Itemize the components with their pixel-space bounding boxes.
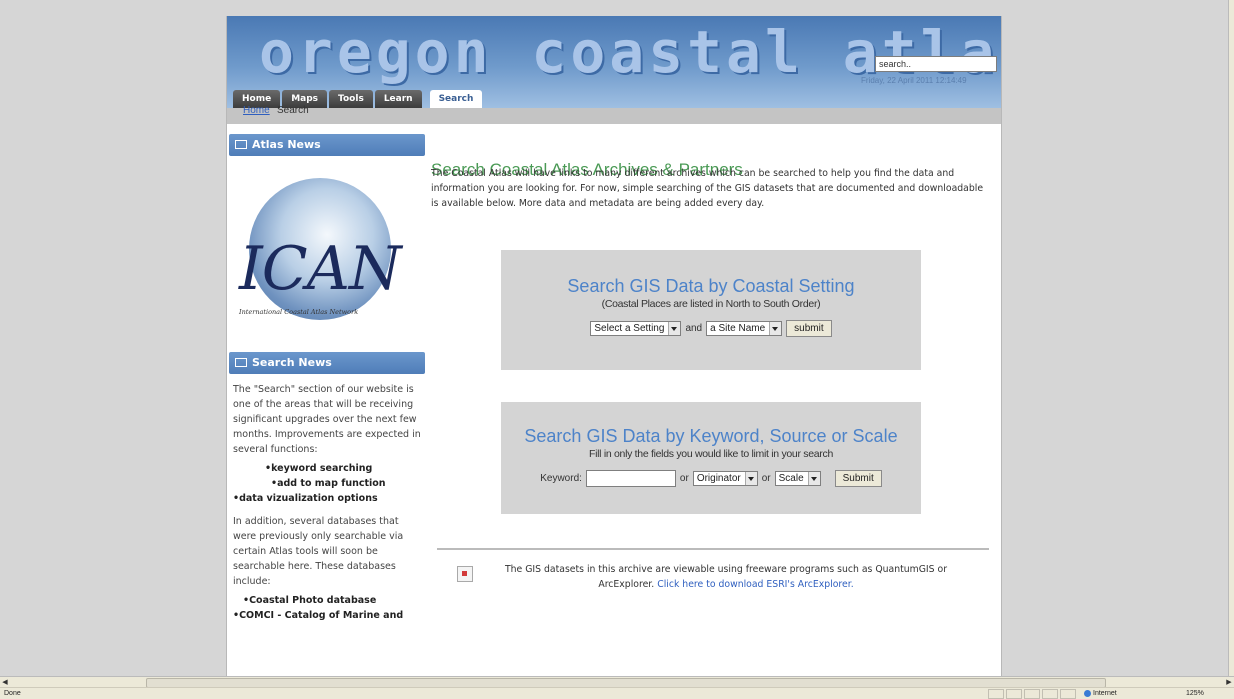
security-zone[interactable]: Internet xyxy=(1084,688,1117,699)
ican-logo-text: ICAN xyxy=(239,234,401,304)
originator-select-value: Originator xyxy=(696,473,741,484)
panel-icon xyxy=(235,139,247,149)
divider xyxy=(437,548,989,550)
security-zone-label: Internet xyxy=(1093,690,1117,697)
keyword-search-heading: Search GIS Data by Keyword, Source or Sc… xyxy=(524,426,898,446)
globe-icon xyxy=(1084,689,1091,697)
list-item: add to map function xyxy=(233,476,421,491)
keyword-label: Keyword: xyxy=(540,473,582,484)
originator-select[interactable]: Originator xyxy=(692,471,758,486)
chevron-down-icon[interactable] xyxy=(807,472,820,485)
chevron-down-icon[interactable] xyxy=(769,322,782,335)
status-bar: Done Internet 125% xyxy=(0,687,1234,699)
setting-select[interactable]: Select a Setting xyxy=(590,321,682,336)
freeware-note: The GIS datasets in this archive are vie… xyxy=(491,562,961,592)
coastal-setting-subheading: (Coastal Places are listed in North to S… xyxy=(601,298,821,310)
list-item: COMCI - Catalog of Marine and xyxy=(233,608,421,623)
coastal-setting-heading: Search GIS Data by Coastal Setting xyxy=(567,276,855,296)
panel-icon xyxy=(235,357,247,367)
and-label: and xyxy=(685,323,703,334)
search-news-title: Search News xyxy=(252,356,332,369)
tab-learn[interactable]: Learn xyxy=(374,90,422,108)
site-name-select[interactable]: a Site Name xyxy=(706,321,783,336)
list-item: data vizualization options xyxy=(233,491,421,506)
coastal-setting-form: Select a Setting and a Site Name submit xyxy=(501,320,921,337)
scale-select[interactable]: Scale xyxy=(774,471,821,486)
keyword-search-form: Keyword: or Originator or Scale Submit xyxy=(501,470,921,487)
search-news-heading: Search News xyxy=(229,352,425,374)
keyword-search-panel: Search GIS Data by Keyword, Source or Sc… xyxy=(501,402,921,514)
breadcrumb-home-link[interactable]: Home xyxy=(243,103,270,119)
keyword-search-subheading: Fill in only the fields you would like t… xyxy=(588,448,833,460)
atlas-news-title: Atlas News xyxy=(252,138,321,151)
broken-image-icon xyxy=(457,566,473,582)
keyword-input[interactable] xyxy=(585,470,676,487)
list-item: Coastal Photo database xyxy=(233,593,421,608)
search-news-body: The "Search" section of our website is o… xyxy=(229,374,425,623)
status-text: Done xyxy=(4,690,21,697)
search-news-paragraph: The "Search" section of our website is o… xyxy=(233,384,421,455)
atlas-news-heading: Atlas News xyxy=(229,134,425,156)
list-item: keyword searching xyxy=(233,461,421,476)
or-label: or xyxy=(679,473,689,484)
tab-search[interactable]: Search xyxy=(429,90,483,108)
sidebar: Atlas News ICAN International Coastal At… xyxy=(229,134,425,631)
keyword-submit-button[interactable]: Submit xyxy=(834,470,882,487)
databases-list: Coastal Photo database COMCI - Catalog o… xyxy=(233,593,421,623)
page-container: oregon coastal atlas search.. Friday, 22… xyxy=(226,16,1002,676)
tab-tools[interactable]: Tools xyxy=(329,90,373,108)
coastal-setting-panel: Search GIS Data by Coastal Setting (Coas… xyxy=(501,250,921,370)
arcexplorer-download-link[interactable]: Click here to download ESRI's ArcExplore… xyxy=(657,579,853,590)
chevron-down-icon[interactable] xyxy=(744,472,757,485)
setting-submit-button[interactable]: submit xyxy=(786,320,832,337)
setting-select-value: Select a Setting xyxy=(594,323,665,334)
intro-paragraph: The Coastal Atlas will have links to man… xyxy=(431,168,984,209)
breadcrumb-current: Search xyxy=(277,105,309,116)
ican-logo-subtitle: International Coastal Atlas Network xyxy=(239,308,359,316)
browser-viewport: oregon coastal atlas search.. Friday, 22… xyxy=(0,0,1234,676)
main-nav: Home Maps Tools Learn Search xyxy=(233,90,484,108)
or-label: or xyxy=(761,473,771,484)
date-time: Friday, 22 April 2011 12:14:49 xyxy=(861,76,967,85)
site-header: oregon coastal atlas search.. Friday, 22… xyxy=(227,16,1001,108)
site-select-value: a Site Name xyxy=(710,323,766,334)
zoom-level[interactable]: 125% xyxy=(1186,688,1204,699)
ican-logo-image[interactable]: ICAN International Coastal Atlas Network xyxy=(229,156,425,352)
scale-select-value: Scale xyxy=(778,473,804,484)
site-search-input[interactable]: search.. xyxy=(875,56,997,72)
breadcrumb: Home Search xyxy=(227,105,1001,124)
improvements-list: keyword searching add to map function da… xyxy=(233,461,421,506)
search-news-paragraph-2: In addition, several databases that were… xyxy=(233,516,404,587)
vertical-scrollbar[interactable] xyxy=(1228,0,1234,676)
chevron-down-icon[interactable] xyxy=(668,322,681,335)
